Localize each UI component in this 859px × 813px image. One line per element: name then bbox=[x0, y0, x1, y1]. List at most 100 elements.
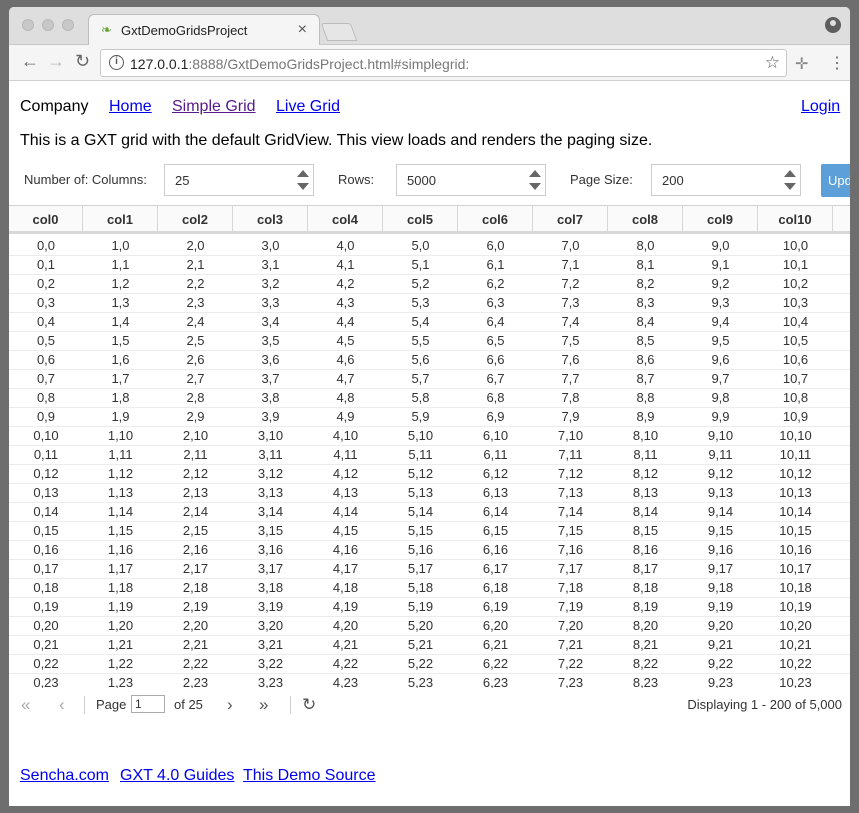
login-link[interactable]: Login bbox=[801, 98, 840, 116]
table-row[interactable]: 0,13 1,13 2,13 3,13 4,13 5,13 6,13 7,13 8,13 9,13… bbox=[9, 484, 850, 503]
table-row[interactable]: 0,12 1,12 2,12 3,12 4,12 5,12 6,12 7,12 8,12 9,12… bbox=[9, 465, 850, 484]
table-cell: 4,4 bbox=[336, 314, 355, 329]
column-header[interactable]: col8 bbox=[608, 206, 683, 234]
column-header[interactable]: col4 bbox=[308, 206, 383, 234]
last-page-icon[interactable]: » bbox=[259, 695, 268, 715]
table-row[interactable]: 0,4 1,4 2,4 3,4 4,4 5,4 6,4 7,4 8,4 9,4 10,4 bbox=[9, 313, 850, 332]
table-row[interactable]: 0,16 1,16 2,16 3,16 4,16 5,16 6,16 7,16 8,16 9,16… bbox=[9, 541, 850, 560]
footer-link-guides[interactable]: GXT 4.0 Guides bbox=[120, 767, 234, 785]
table-cell: 9,5 bbox=[711, 333, 730, 348]
table-cell: 4,0 bbox=[336, 238, 355, 253]
table-cell: 6,13 bbox=[482, 485, 509, 500]
columns-spinner-arrows[interactable] bbox=[297, 168, 309, 192]
table-cell: 7,9 bbox=[561, 409, 580, 424]
table-row[interactable]: 0,9 1,9 2,9 3,9 4,9 5,9 6,9 7,9 8,9 9,9 10,9 bbox=[9, 408, 850, 427]
table-cell: 6,17 bbox=[482, 561, 509, 576]
site-info-icon[interactable]: i bbox=[109, 55, 124, 70]
columns-spinner[interactable]: 25 bbox=[164, 164, 314, 196]
spinner-up-icon[interactable] bbox=[784, 170, 796, 177]
table-cell: 7,7 bbox=[561, 371, 580, 386]
column-header[interactable]: col3 bbox=[233, 206, 308, 234]
table-row[interactable]: 0,0 1,0 2,0 3,0 4,0 5,0 6,0 7,0 8,0 9,0 10,0 bbox=[9, 237, 850, 256]
spinner-down-icon[interactable] bbox=[784, 183, 796, 190]
table-row[interactable]: 0,15 1,15 2,15 3,15 4,15 5,15 6,15 7,15 8,15 9,15… bbox=[9, 522, 850, 541]
table-row[interactable]: 0,22 1,22 2,22 3,22 4,22 5,22 6,22 7,22 8,22 9,22… bbox=[9, 655, 850, 674]
close-window-button[interactable] bbox=[22, 19, 34, 31]
column-header[interactable]: col10 bbox=[758, 206, 833, 234]
table-cell: 7,8 bbox=[561, 390, 580, 405]
forward-arrow-icon[interactable]: → bbox=[47, 51, 65, 72]
table-cell: 1,1 bbox=[111, 257, 130, 272]
column-header[interactable]: col1 bbox=[83, 206, 158, 234]
column-header[interactable]: col9 bbox=[683, 206, 758, 234]
bookmark-star-icon[interactable]: ☆ bbox=[765, 53, 780, 73]
table-cell: 4,3 bbox=[336, 295, 355, 310]
table-row[interactable]: 0,11 1,11 2,11 3,11 4,11 5,11 6,11 7,11 8,11 9,11… bbox=[9, 446, 850, 465]
column-header[interactable]: col0 bbox=[9, 206, 83, 234]
table-row[interactable]: 0,20 1,20 2,20 3,20 4,20 5,20 6,20 7,20 8,20 9,20… bbox=[9, 617, 850, 636]
page-size-spinner-arrows[interactable] bbox=[784, 168, 796, 192]
nav-link-home[interactable]: Home bbox=[109, 98, 152, 116]
table-cell: 7,19 bbox=[557, 599, 584, 614]
back-arrow-icon[interactable]: ← bbox=[21, 51, 39, 72]
footer-link-demo-source[interactable]: This Demo Source bbox=[243, 767, 376, 785]
zoom-window-button[interactable] bbox=[62, 19, 74, 31]
table-row[interactable]: 0,6 1,6 2,6 3,6 4,6 5,6 6,6 7,6 8,6 9,6 10,6 bbox=[9, 351, 850, 370]
nav-link-simple-grid[interactable]: Simple Grid bbox=[172, 98, 256, 116]
table-row[interactable]: 0,8 1,8 2,8 3,8 4,8 5,8 6,8 7,8 8,8 9,8 10,8 bbox=[9, 389, 850, 408]
table-row[interactable]: 0,19 1,19 2,19 3,19 4,19 5,19 6,19 7,19 8,19 9,19… bbox=[9, 598, 850, 617]
footer-link-sencha[interactable]: Sencha.com bbox=[20, 767, 109, 785]
rows-spinner-arrows[interactable] bbox=[529, 168, 541, 192]
refresh-icon[interactable]: ↻ bbox=[302, 695, 316, 715]
extension-move-icon[interactable]: ✛ bbox=[795, 54, 808, 74]
table-cell: 0,10 bbox=[33, 428, 59, 443]
reload-icon[interactable]: ↻ bbox=[75, 51, 90, 72]
table-row[interactable]: 0,7 1,7 2,7 3,7 4,7 5,7 6,7 7,7 8,7 9,7 10,7 bbox=[9, 370, 850, 389]
close-tab-icon[interactable]: × bbox=[298, 21, 307, 39]
spinner-down-icon[interactable] bbox=[297, 183, 309, 190]
first-page-icon[interactable]: « bbox=[21, 695, 30, 715]
spinner-up-icon[interactable] bbox=[529, 170, 541, 177]
table-row[interactable]: 0,1 1,1 2,1 3,1 4,1 5,1 6,1 7,1 8,1 9,1 10,1 bbox=[9, 256, 850, 275]
table-row[interactable]: 0,17 1,17 2,17 3,17 4,17 5,17 6,17 7,17 8,17 9,17… bbox=[9, 560, 850, 579]
table-row[interactable]: 0,2 1,2 2,2 3,2 4,2 5,2 6,2 7,2 8,2 9,2 10,2 bbox=[9, 275, 850, 294]
column-header[interactable]: col7 bbox=[533, 206, 608, 234]
table-cell: 10,11 bbox=[779, 447, 812, 462]
next-page-icon[interactable]: › bbox=[227, 695, 233, 715]
table-cell: 7,6 bbox=[561, 352, 580, 367]
table-cell: 7,10 bbox=[557, 428, 584, 443]
table-row[interactable]: 0,5 1,5 2,5 3,5 4,5 5,5 6,5 7,5 8,5 9,5 10,5 bbox=[9, 332, 850, 351]
address-bar[interactable]: i 127.0.0.1:8888/GxtDemoGridsProject.htm… bbox=[100, 49, 787, 77]
spinner-up-icon[interactable] bbox=[297, 170, 309, 177]
table-cell: 4,17 bbox=[332, 561, 359, 576]
column-header[interactable]: col5 bbox=[383, 206, 458, 234]
table-row[interactable]: 0,10 1,10 2,10 3,10 4,10 5,10 6,10 7,10 8,10 9,10… bbox=[9, 427, 850, 446]
table-row[interactable]: 0,21 1,21 2,21 3,21 4,21 5,21 6,21 7,21 8,21 9,21… bbox=[9, 636, 850, 655]
update-button[interactable]: Upd bbox=[821, 164, 850, 197]
previous-page-icon[interactable]: ‹ bbox=[59, 695, 65, 715]
rows-label: Rows: bbox=[338, 172, 375, 187]
page-size-spinner[interactable]: 200 bbox=[651, 164, 801, 196]
table-cell: 1,9 bbox=[111, 409, 130, 424]
rows-spinner[interactable]: 5000 bbox=[396, 164, 546, 196]
table-row[interactable]: 0,14 1,14 2,14 3,14 4,14 5,14 6,14 7,14 8,14 9,14… bbox=[9, 503, 850, 522]
page-number-input[interactable]: 1 bbox=[131, 695, 165, 713]
column-header[interactable]: col6 bbox=[458, 206, 533, 234]
column-header[interactable] bbox=[833, 206, 850, 234]
table-cell: 7,21 bbox=[557, 637, 584, 652]
spinner-down-icon[interactable] bbox=[529, 183, 541, 190]
table-cell: 4,19 bbox=[332, 599, 359, 614]
table-cell: 4,1 bbox=[336, 257, 355, 272]
browser-tab[interactable]: ❧ GxtDemoGridsProject × bbox=[88, 14, 320, 45]
table-row[interactable]: 0,3 1,3 2,3 3,3 4,3 5,3 6,3 7,3 8,3 9,3 10,3 bbox=[9, 294, 850, 313]
table-row[interactable]: 0,23 1,23 2,23 3,23 4,23 5,23 6,23 7,23 8,23 9,23… bbox=[9, 674, 850, 688]
table-cell: 0,19 bbox=[33, 599, 59, 614]
table-row[interactable]: 0,18 1,18 2,18 3,18 4,18 5,18 6,18 7,18 8,18 9,18… bbox=[9, 579, 850, 598]
minimize-window-button[interactable] bbox=[42, 19, 54, 31]
browser-menu-icon[interactable]: ⋮ bbox=[829, 53, 845, 73]
profile-icon[interactable] bbox=[825, 17, 841, 33]
column-header[interactable]: col2 bbox=[158, 206, 233, 234]
new-tab-button[interactable] bbox=[320, 23, 358, 41]
nav-link-live-grid[interactable]: Live Grid bbox=[276, 98, 340, 116]
table-cell: 6,4 bbox=[486, 314, 505, 329]
